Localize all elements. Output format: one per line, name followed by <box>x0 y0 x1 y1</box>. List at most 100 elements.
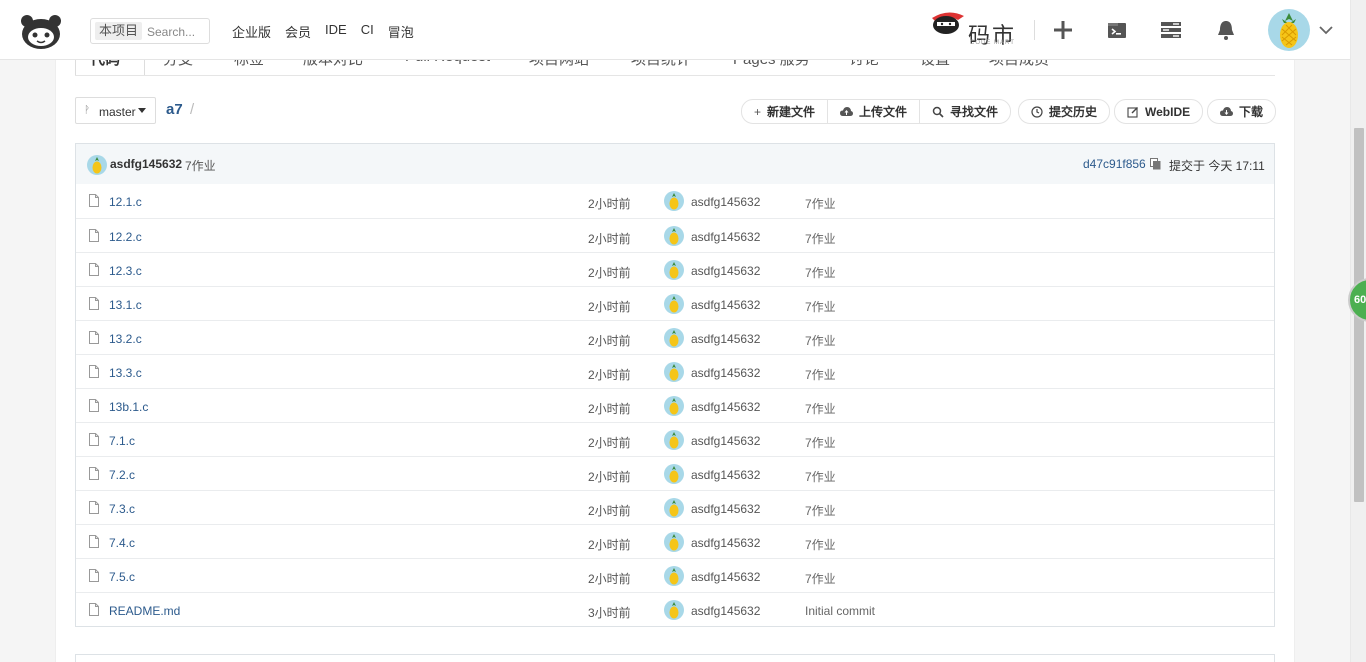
pineapple-avatar-icon <box>669 602 679 619</box>
file-row[interactable]: README.md 3小时前 asdfg145632 Initial commi… <box>76 592 1274 626</box>
list-menu-icon[interactable] <box>1159 18 1183 42</box>
file-author[interactable]: asdfg145632 <box>691 195 760 209</box>
page-scrollbar[interactable] <box>1350 0 1366 662</box>
file-row[interactable]: 13.1.c 2小时前 asdfg145632 7作业 <box>76 286 1274 320</box>
file-row[interactable]: 12.1.c 2小时前 asdfg145632 7作业 <box>76 184 1274 218</box>
file-time: 2小时前 <box>588 436 631 450</box>
file-name[interactable]: 7.4.c <box>109 536 135 550</box>
terminal-icon[interactable] <box>1105 18 1129 42</box>
file-author-avatar[interactable] <box>664 362 684 382</box>
commit-history-button[interactable]: 提交历史 <box>1019 100 1109 123</box>
file-icon <box>89 467 99 480</box>
pineapple-avatar-icon <box>669 330 679 347</box>
file-row[interactable]: 12.3.c 2小时前 asdfg145632 7作业 <box>76 252 1274 286</box>
file-author-avatar[interactable] <box>664 191 684 211</box>
file-row[interactable]: 12.2.c 2小时前 asdfg145632 7作业 <box>76 218 1274 252</box>
file-author-avatar[interactable] <box>664 430 684 450</box>
search-input[interactable]: Search... <box>147 25 195 39</box>
bell-icon[interactable] <box>1214 18 1238 42</box>
file-commit-message[interactable]: 7作业 <box>805 468 836 485</box>
file-author[interactable]: asdfg145632 <box>691 570 760 584</box>
file-author[interactable]: asdfg145632 <box>691 434 760 448</box>
commit-message[interactable]: 7作业 <box>185 157 216 174</box>
search-box[interactable]: 本项目 Search... <box>90 18 210 44</box>
file-row[interactable]: 7.4.c 2小时前 asdfg145632 7作业 <box>76 524 1274 558</box>
repo-name-link[interactable]: a7 <box>166 101 183 118</box>
find-file-button[interactable]: 寻找文件 <box>919 100 1010 123</box>
file-commit-message[interactable]: 7作业 <box>805 332 836 349</box>
file-commit-message[interactable]: 7作业 <box>805 434 836 451</box>
file-name[interactable]: 12.3.c <box>109 264 142 278</box>
file-author[interactable]: asdfg145632 <box>691 230 760 244</box>
file-name[interactable]: 12.2.c <box>109 230 142 244</box>
file-name[interactable]: README.md <box>109 604 180 618</box>
file-name[interactable]: 13.3.c <box>109 366 142 380</box>
file-commit-message[interactable]: 7作业 <box>805 502 836 519</box>
plus-icon[interactable] <box>1051 18 1075 42</box>
file-author-avatar[interactable] <box>664 532 684 552</box>
file-commit-message[interactable]: 7作业 <box>805 195 836 212</box>
file-commit-message[interactable]: 7作业 <box>805 298 836 315</box>
file-author-avatar[interactable] <box>664 328 684 348</box>
file-name[interactable]: 13.2.c <box>109 332 142 346</box>
file-name[interactable]: 7.1.c <box>109 434 135 448</box>
download-button[interactable]: 下载 <box>1208 100 1275 123</box>
file-name[interactable]: 12.1.c <box>109 195 142 209</box>
branch-selector[interactable]: ᚹ master <box>75 97 156 124</box>
file-name[interactable]: 7.3.c <box>109 502 135 516</box>
new-file-button[interactable]: + 新建文件 <box>742 100 827 123</box>
file-name[interactable]: 13b.1.c <box>109 400 148 414</box>
file-author-avatar[interactable] <box>664 566 684 586</box>
file-row[interactable]: 7.3.c 2小时前 asdfg145632 7作业 <box>76 490 1274 524</box>
copy-icon[interactable] <box>1150 158 1161 170</box>
file-commit-message[interactable]: 7作业 <box>805 400 836 417</box>
nav-enterprise[interactable]: 企业版 <box>232 22 271 41</box>
file-name[interactable]: 7.2.c <box>109 468 135 482</box>
file-author-avatar[interactable] <box>664 498 684 518</box>
coding-logo-icon[interactable] <box>18 12 64 50</box>
nav-member[interactable]: 会员 <box>285 22 311 41</box>
file-author[interactable]: asdfg145632 <box>691 298 760 312</box>
file-commit-message[interactable]: 7作业 <box>805 230 836 247</box>
commit-author[interactable]: asdfg145632 <box>110 157 182 171</box>
file-author-avatar[interactable] <box>664 600 684 620</box>
file-commit-message[interactable]: 7作业 <box>805 264 836 281</box>
nav-ide[interactable]: IDE <box>325 22 347 41</box>
file-row[interactable]: 7.2.c 2小时前 asdfg145632 7作业 <box>76 456 1274 490</box>
commit-hash[interactable]: d47c91f856 <box>1083 157 1146 171</box>
file-row[interactable]: 13b.1.c 2小时前 asdfg145632 7作业 <box>76 388 1274 422</box>
file-author[interactable]: asdfg145632 <box>691 366 760 380</box>
user-avatar[interactable] <box>1268 9 1310 51</box>
commit-author-avatar[interactable] <box>87 155 107 175</box>
file-author[interactable]: asdfg145632 <box>691 468 760 482</box>
upload-file-button[interactable]: 上传文件 <box>827 100 919 123</box>
chevron-down-icon[interactable] <box>1318 22 1334 38</box>
file-author-avatar[interactable] <box>664 294 684 314</box>
webide-button[interactable]: WebIDE <box>1115 100 1202 123</box>
nav-bubble[interactable]: 冒泡 <box>388 22 414 41</box>
codemart-brand[interactable]: 码市 CODE MART <box>928 8 1024 49</box>
file-author[interactable]: asdfg145632 <box>691 604 760 618</box>
file-commit-message[interactable]: 7作业 <box>805 570 836 587</box>
search-scope[interactable]: 本项目 <box>95 22 143 40</box>
file-author[interactable]: asdfg145632 <box>691 332 760 346</box>
file-commit-message[interactable]: 7作业 <box>805 366 836 383</box>
file-time: 2小时前 <box>588 266 631 280</box>
file-row[interactable]: 7.1.c 2小时前 asdfg145632 7作业 <box>76 422 1274 456</box>
file-name[interactable]: 7.5.c <box>109 570 135 584</box>
file-author-avatar[interactable] <box>664 226 684 246</box>
file-author[interactable]: asdfg145632 <box>691 536 760 550</box>
file-author-avatar[interactable] <box>664 396 684 416</box>
file-row[interactable]: 13.2.c 2小时前 asdfg145632 7作业 <box>76 320 1274 354</box>
file-author-avatar[interactable] <box>664 260 684 280</box>
file-name[interactable]: 13.1.c <box>109 298 142 312</box>
file-row[interactable]: 7.5.c 2小时前 asdfg145632 7作业 <box>76 558 1274 592</box>
file-author[interactable]: asdfg145632 <box>691 400 760 414</box>
file-author-avatar[interactable] <box>664 464 684 484</box>
file-row[interactable]: 13.3.c 2小时前 asdfg145632 7作业 <box>76 354 1274 388</box>
file-commit-message[interactable]: 7作业 <box>805 536 836 553</box>
nav-ci[interactable]: CI <box>361 22 374 41</box>
file-commit-message[interactable]: Initial commit <box>805 604 875 618</box>
file-author[interactable]: asdfg145632 <box>691 264 760 278</box>
file-author[interactable]: asdfg145632 <box>691 502 760 516</box>
